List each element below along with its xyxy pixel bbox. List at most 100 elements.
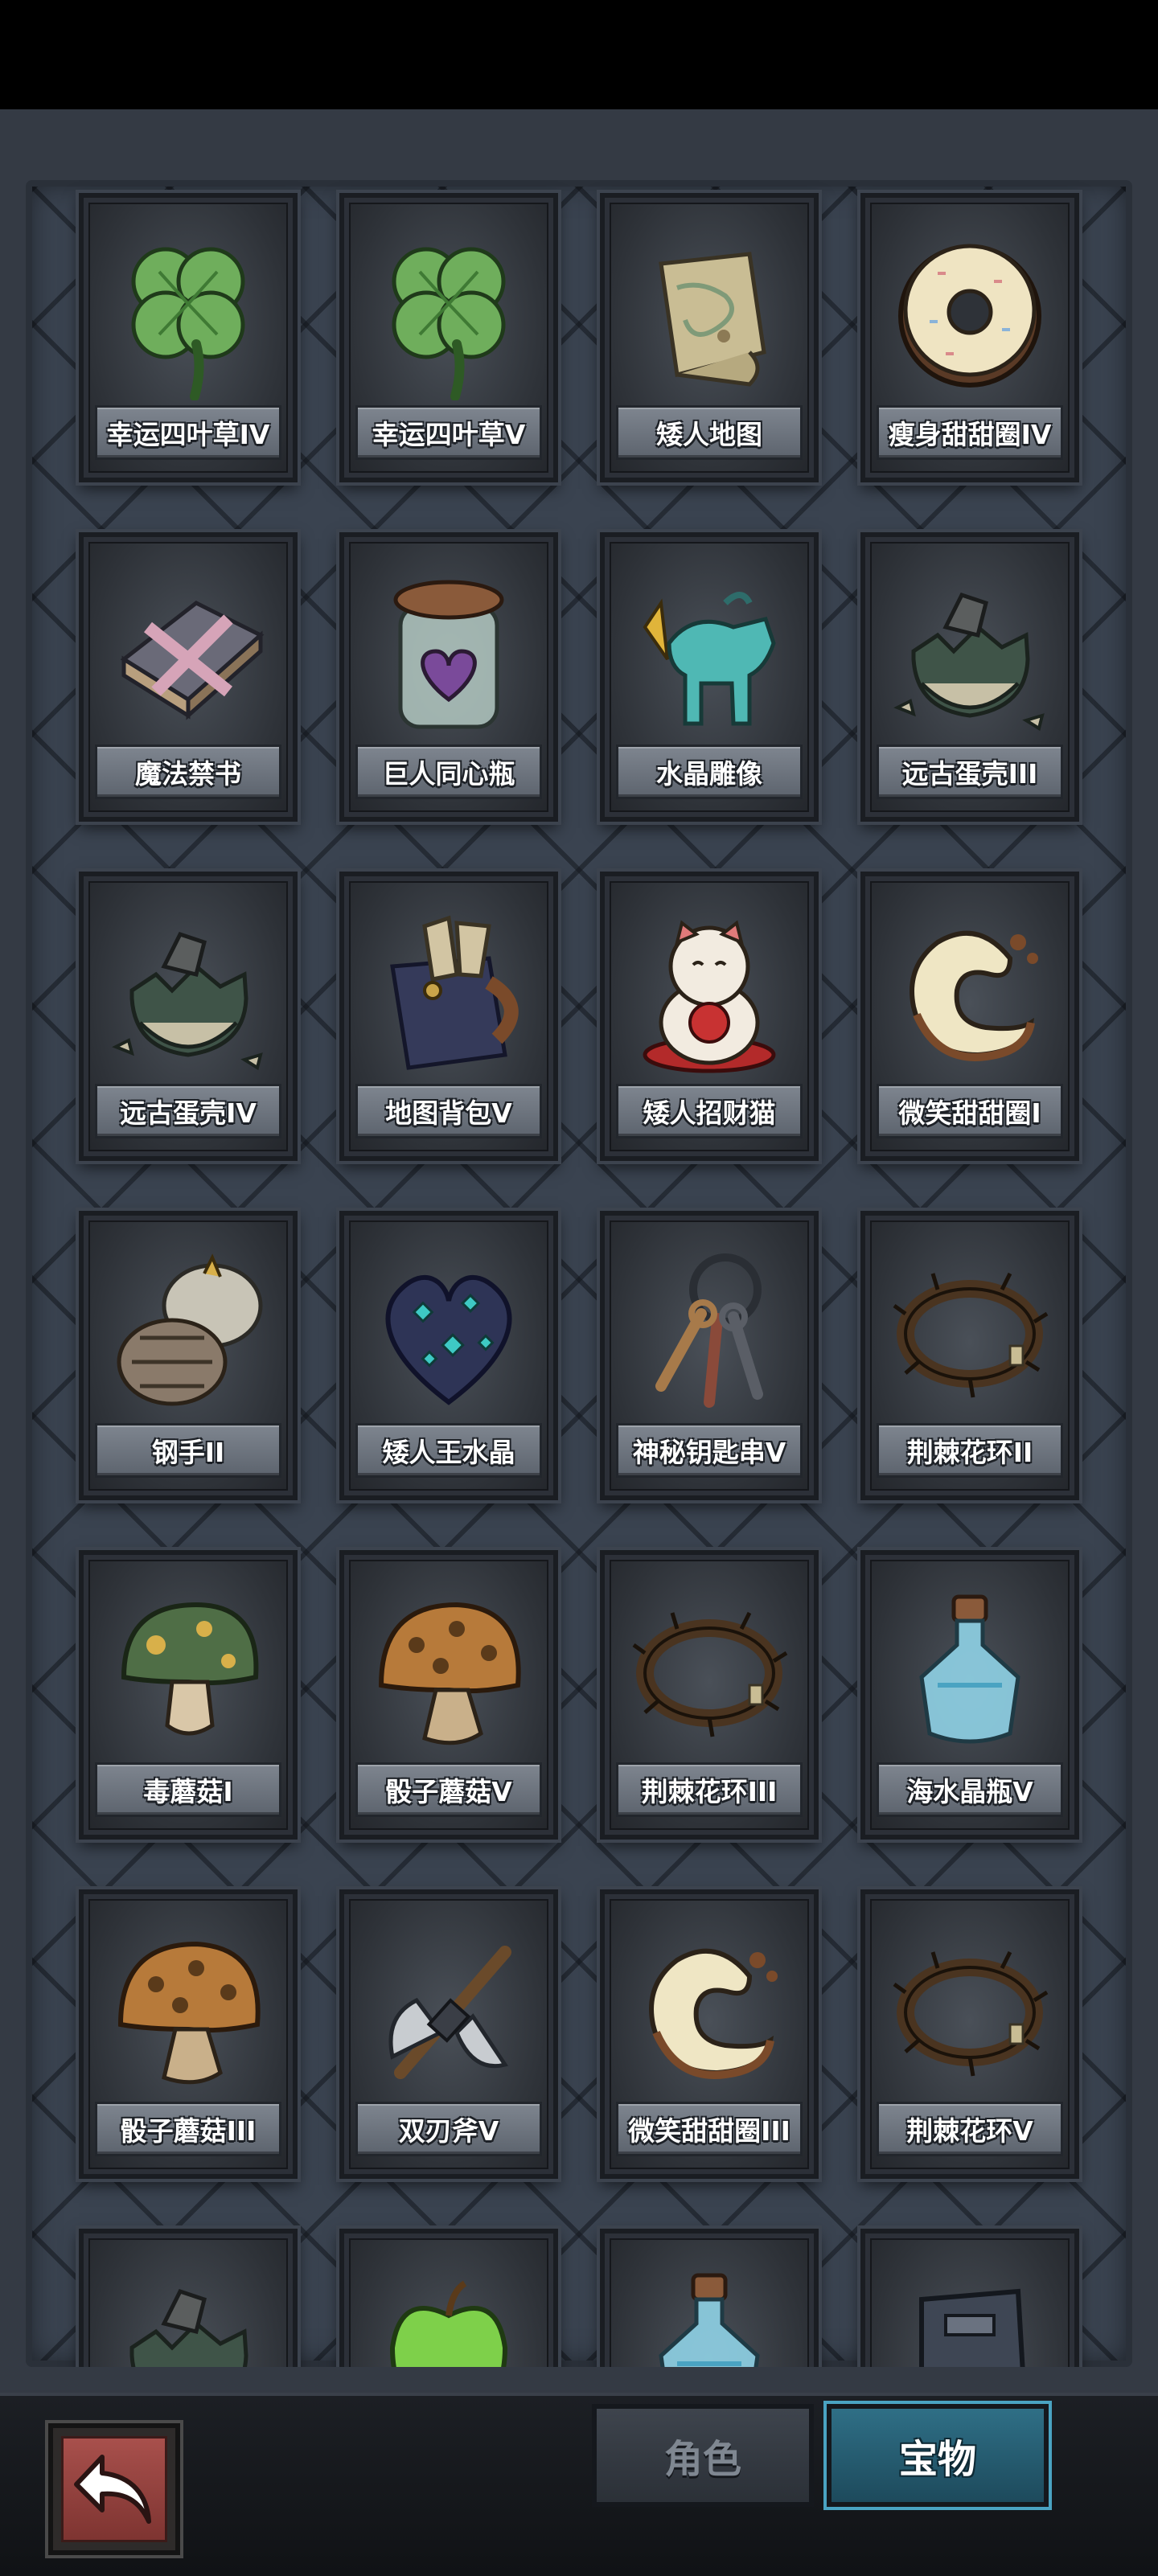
key-ring-icon <box>629 1249 790 1418</box>
item-card-frame: 远古蛋壳III <box>870 542 1070 812</box>
item-card-frame <box>349 2238 548 2367</box>
item-card[interactable]: 骰子蘑菇V <box>339 1550 558 1840</box>
item-card-frame: 毒蘑菇I <box>88 1560 288 1830</box>
four-leaf-clover-icon <box>108 232 269 400</box>
item-grid[interactable]: 幸运四叶草IV 幸运四叶草V 矮人地图 瘦身甜甜圈IV 魔法禁书 巨人同心瓶 水晶雕像 远古蛋… <box>26 180 1132 2367</box>
item-card[interactable]: 矮人地图 <box>600 193 819 482</box>
item-card-frame: 矮人招财猫 <box>610 881 809 1151</box>
eggshell-icon <box>889 571 1050 740</box>
item-label-plate: 远古蛋壳III <box>877 744 1063 799</box>
item-label: 远古蛋壳IV <box>120 1097 257 1129</box>
item-card[interactable]: 水晶雕像 <box>600 532 819 822</box>
back-button-face <box>61 2436 167 2542</box>
item-card-frame: 水晶雕像 <box>610 542 809 812</box>
item-label-plate: 海水晶瓶V <box>877 1762 1063 1817</box>
steel-gauntlet-icon <box>108 1249 269 1418</box>
item-label: 荆棘花环III <box>641 1776 778 1807</box>
item-card[interactable]: 海水晶瓶V <box>860 1550 1079 1840</box>
item-card[interactable]: 钢手II <box>79 1211 298 1500</box>
item-card[interactable]: 神秘钥匙串V <box>600 1211 819 1500</box>
item-label-plate: 瘦身甜甜圈IV <box>877 405 1063 460</box>
item-card-frame: 骰子蘑菇III <box>88 1899 288 2169</box>
item-card-frame <box>610 2238 809 2367</box>
crystal-heart-icon <box>368 1249 529 1418</box>
item-card[interactable]: 幸运四叶草IV <box>79 193 298 482</box>
item-card[interactable] <box>600 2229 819 2367</box>
tab-treasure[interactable]: 宝物 <box>827 2404 1049 2507</box>
item-card-frame: 幸运四叶草IV <box>88 203 288 473</box>
item-card-frame: 巨人同心瓶 <box>349 542 548 812</box>
iron-box-icon <box>889 2267 1050 2367</box>
item-label: 幸运四叶草IV <box>106 419 270 450</box>
item-label-plate: 骰子蘑菇V <box>355 1762 542 1817</box>
item-card[interactable]: 骰子蘑菇III <box>79 1889 298 2179</box>
treasure-panel: 幸运四叶草IV 幸运四叶草V 矮人地图 瘦身甜甜圈IV 魔法禁书 巨人同心瓶 水晶雕像 远古蛋… <box>0 109 1158 2393</box>
item-label: 幸运四叶草V <box>372 419 526 450</box>
item-card[interactable]: 巨人同心瓶 <box>339 532 558 822</box>
item-card[interactable]: 地图背包V <box>339 872 558 1161</box>
item-label: 地图背包V <box>385 1097 512 1129</box>
item-card-frame: 双刃斧V <box>349 1899 548 2169</box>
map-backpack-icon <box>368 910 529 1079</box>
item-card-frame: 矮人王水晶 <box>349 1220 548 1491</box>
back-button[interactable] <box>48 2423 180 2555</box>
item-card-frame: 钢手II <box>88 1220 288 1491</box>
item-card-frame: 地图背包V <box>349 881 548 1151</box>
item-card[interactable]: 双刃斧V <box>339 1889 558 2179</box>
item-label: 矮人地图 <box>656 419 762 450</box>
item-label-plate: 远古蛋壳IV <box>95 1084 281 1138</box>
item-label-plate: 双刃斧V <box>355 2102 542 2156</box>
item-card[interactable]: 瘦身甜甜圈IV <box>860 193 1079 482</box>
item-card[interactable]: 矮人王水晶 <box>339 1211 558 1500</box>
jar-heart-icon <box>368 571 529 740</box>
item-card[interactable]: 微笑甜甜圈I <box>860 872 1079 1161</box>
thorn-wreath-icon <box>889 1928 1050 2097</box>
item-label-plate: 矮人地图 <box>616 405 803 460</box>
item-label: 远古蛋壳III <box>901 758 1038 790</box>
dice-mushroom-icon <box>368 1589 529 1758</box>
item-card[interactable]: 魔法禁书 <box>79 532 298 822</box>
back-arrow-icon <box>74 2455 151 2524</box>
item-card[interactable]: 远古蛋壳III <box>860 532 1079 822</box>
item-card-frame <box>870 2238 1070 2367</box>
item-card[interactable] <box>79 2229 298 2367</box>
item-card-frame: 远古蛋壳IV <box>88 881 288 1151</box>
item-card[interactable]: 荆棘花环II <box>860 1211 1079 1500</box>
item-label: 微笑甜甜圈I <box>898 1097 1041 1129</box>
item-label-plate: 矮人王水晶 <box>355 1423 542 1478</box>
item-card[interactable]: 幸运四叶草V <box>339 193 558 482</box>
item-card[interactable]: 矮人招财猫 <box>600 872 819 1161</box>
scroll-map-icon <box>629 232 790 400</box>
item-label-plate: 幸运四叶草IV <box>95 405 281 460</box>
potion-bottle-icon <box>889 1589 1050 1758</box>
lucky-cat-icon <box>629 910 790 1079</box>
item-label-plate: 水晶雕像 <box>616 744 803 799</box>
item-label-plate: 荆棘花环V <box>877 2102 1063 2156</box>
donut-icon <box>889 232 1050 400</box>
crystal-statue-icon <box>629 571 790 740</box>
item-card-frame: 骰子蘑菇V <box>349 1560 548 1830</box>
item-card-frame: 瘦身甜甜圈IV <box>870 203 1070 473</box>
item-label: 荆棘花环V <box>906 2115 1033 2147</box>
tab-role[interactable]: 角色 <box>592 2404 814 2507</box>
item-label-plate: 毒蘑菇I <box>95 1762 281 1817</box>
item-card[interactable] <box>860 2229 1079 2367</box>
dice-mushroom-icon <box>108 1928 269 2097</box>
double-axe-icon <box>368 1928 529 2097</box>
item-card-frame: 魔法禁书 <box>88 542 288 812</box>
smile-donut-icon <box>889 910 1050 1079</box>
item-card[interactable]: 荆棘花环V <box>860 1889 1079 2179</box>
item-label-plate: 幸运四叶草V <box>355 405 542 460</box>
item-label-plate: 荆棘花环III <box>616 1762 803 1817</box>
item-card[interactable]: 微笑甜甜圈III <box>600 1889 819 2179</box>
eggshell-icon <box>108 2267 269 2367</box>
item-card[interactable]: 毒蘑菇I <box>79 1550 298 1840</box>
item-label: 钢手II <box>151 1437 225 1468</box>
item-card[interactable]: 荆棘花环III <box>600 1550 819 1840</box>
item-card-frame: 幸运四叶草V <box>349 203 548 473</box>
item-card[interactable]: 远古蛋壳IV <box>79 872 298 1161</box>
item-label-plate: 钢手II <box>95 1423 281 1478</box>
item-label-plate: 巨人同心瓶 <box>355 744 542 799</box>
item-label: 双刃斧V <box>398 2115 499 2147</box>
item-card[interactable] <box>339 2229 558 2367</box>
